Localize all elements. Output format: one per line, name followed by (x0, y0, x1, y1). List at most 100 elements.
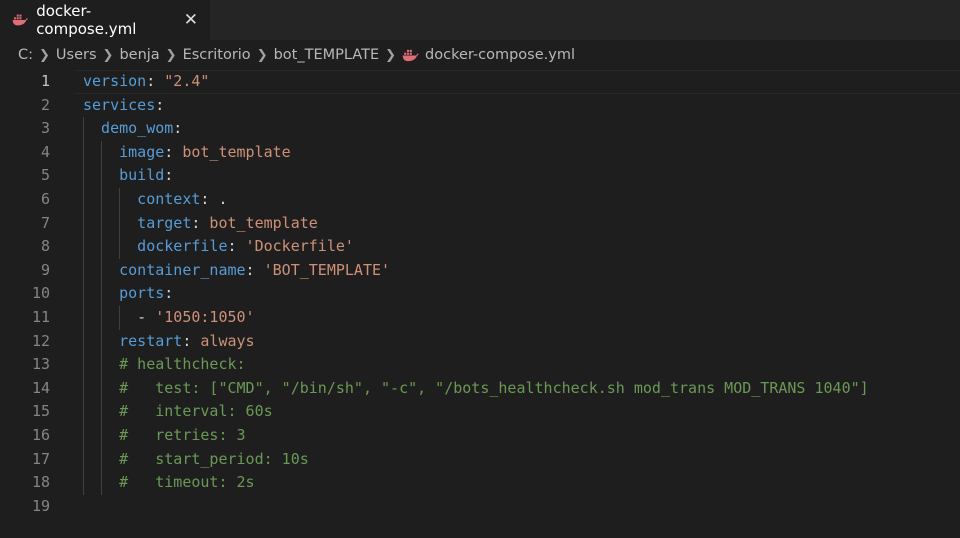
line-number: 1 (40, 72, 50, 90)
indent-guide (119, 187, 121, 212)
indent-guide (83, 187, 84, 212)
comment-token: # interval: 60s (119, 402, 273, 421)
code-line[interactable]: 15 # interval: 60s (0, 400, 960, 424)
separator-token: : (191, 213, 210, 232)
indent-guide (83, 305, 84, 330)
indent-guide (83, 353, 84, 377)
separator-token: : (164, 284, 174, 303)
breadcrumb-users[interactable]: Users (56, 47, 97, 63)
chevron-right-icon: ❯ (102, 47, 114, 63)
separator-token: : (164, 166, 174, 185)
indent-guide (83, 117, 84, 141)
chevron-right-icon: ❯ (385, 47, 397, 63)
line-number: 10 (31, 284, 50, 303)
indent-guide (119, 235, 121, 259)
line-number: 4 (40, 142, 50, 161)
value-token: bot_template (209, 213, 318, 232)
indent-guide (83, 423, 84, 448)
code-text: target: bot_template (137, 212, 318, 236)
code-text: restart: always (119, 330, 254, 354)
code-line[interactable]: 18 # timeout: 2s (0, 471, 960, 495)
indent-guide (83, 376, 84, 401)
code-text: ports: (119, 282, 173, 306)
breadcrumb-bot-template[interactable]: bot_TEMPLATE (274, 47, 380, 63)
dash-token: - (137, 307, 156, 326)
code-line[interactable]: 2 services: (0, 94, 960, 118)
code-line[interactable]: 19 (0, 495, 960, 519)
value-token: 'Dockerfile' (245, 237, 354, 256)
code-text: services: (83, 94, 164, 118)
separator-token: : (155, 95, 165, 114)
key-token: image (119, 142, 165, 161)
code-text: container_name: 'BOT_TEMPLATE' (119, 259, 390, 283)
code-line[interactable]: 17 # start_period: 10s (0, 447, 960, 472)
key-token: target (137, 213, 192, 232)
code-line[interactable]: 8 dockerfile: 'Dockerfile' (0, 235, 960, 259)
tab-title: docker-compose.yml (36, 2, 137, 38)
code-text: # start_period: 10s (119, 448, 309, 472)
code-text: version: "2.4" (83, 70, 209, 94)
breadcrumb-drive[interactable]: C: (18, 47, 33, 63)
key-token: demo_wom (101, 119, 174, 138)
close-icon[interactable]: ✕ (184, 10, 198, 30)
key-token: restart (119, 331, 183, 350)
code-line[interactable]: 16 # retries: 3 (0, 423, 960, 448)
code-line[interactable]: 13 # healthcheck: (0, 353, 960, 377)
line-number: 7 (40, 213, 50, 232)
docker-whale-icon (12, 14, 28, 26)
indent-guide (101, 187, 103, 212)
indent-guide (101, 447, 103, 472)
code-line[interactable]: 3 demo_wom: (0, 117, 960, 141)
key-token: version (83, 72, 147, 90)
line-number: 9 (40, 260, 50, 279)
indent-guide (83, 282, 84, 306)
indent-guide (101, 423, 103, 448)
value-token: 'BOT_TEMPLATE' (263, 260, 391, 279)
line-number: 6 (40, 189, 50, 208)
code-line[interactable]: 6 context: . (0, 187, 960, 212)
tab-docker-compose[interactable]: docker-compose.yml ✕ (0, 0, 210, 40)
comment-token: # retries: 3 (119, 425, 246, 444)
key-token: dockerfile (137, 237, 228, 256)
indent-guide (101, 400, 103, 424)
indent-guide (101, 471, 103, 495)
code-line[interactable]: 1 version: "2.4" (0, 70, 960, 94)
breadcrumb-benja[interactable]: benja (119, 47, 159, 63)
code-text: build: (119, 164, 173, 188)
code-line[interactable]: 7 target: bot_template (0, 211, 960, 236)
line-number: 5 (40, 166, 50, 185)
line-number: 18 (31, 473, 50, 492)
chevron-right-icon: ❯ (165, 47, 177, 63)
indent-guide (101, 211, 103, 236)
code-text: image: bot_template (119, 141, 291, 165)
line-number: 3 (40, 119, 50, 138)
indent-guide (101, 376, 103, 401)
line-number: 17 (31, 449, 50, 468)
line-number: 11 (31, 307, 50, 326)
breadcrumb-escritorio[interactable]: Escritorio (183, 47, 251, 63)
code-editor[interactable]: 1 version: "2.4" 2 services: 3 demo_wom: 4 imag… (0, 70, 960, 538)
line-number: 13 (31, 355, 50, 374)
separator-token: : (164, 142, 183, 161)
code-line[interactable]: 5 build: (0, 164, 960, 188)
breadcrumb-file[interactable]: docker-compose.yml (425, 47, 575, 63)
code-line[interactable]: 4 image: bot_template (0, 140, 960, 165)
code-line[interactable]: 11 - '1050:1050' (0, 305, 960, 330)
indent-guide (101, 140, 103, 165)
indent-guide (101, 329, 103, 354)
code-text: # timeout: 2s (119, 471, 254, 495)
line-number: 16 (31, 425, 50, 444)
indent-guide (83, 329, 84, 354)
comment-token: # timeout: 2s (119, 473, 255, 492)
value-token: '1050:1050' (155, 307, 255, 326)
indent-guide (83, 211, 84, 236)
line-number: 12 (31, 331, 50, 350)
code-line[interactable]: 9 container_name: 'BOT_TEMPLATE' (0, 258, 960, 283)
code-line[interactable]: 12 restart: always (0, 329, 960, 354)
code-text: # interval: 60s (119, 400, 273, 424)
indent-guide (83, 164, 84, 188)
indent-guide (83, 140, 84, 165)
code-line[interactable]: 10 ports: (0, 282, 960, 306)
value-token: "2.4" (164, 72, 210, 90)
code-line[interactable]: 14 # test: ["CMD", "/bin/sh", "-c", "/bot… (0, 376, 960, 401)
